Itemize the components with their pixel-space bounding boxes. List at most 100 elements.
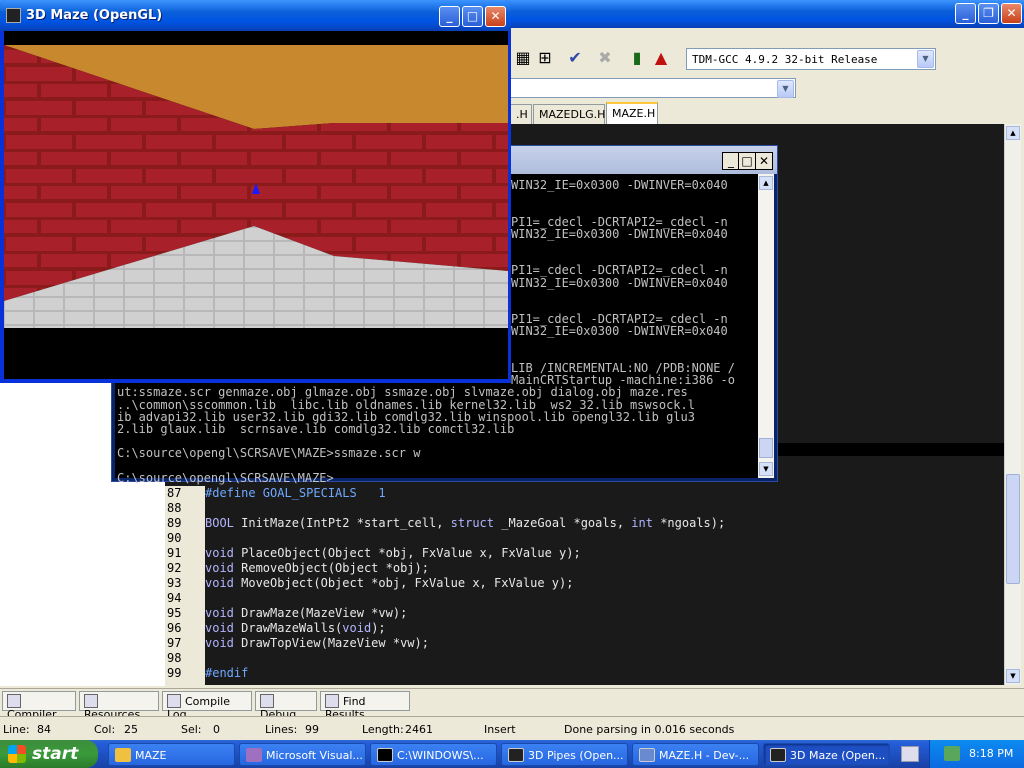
log-icon <box>167 694 181 708</box>
maze-3d-view[interactable] <box>4 31 508 379</box>
tab-debug[interactable]: Debug <box>255 691 317 721</box>
code-line[interactable]: 91 void PlaceObject(Object *obj, FxValue … <box>167 546 581 561</box>
code-line[interactable]: 95 void DrawMaze(MazeView *vw); <box>167 606 407 621</box>
layout-icon[interactable]: ▦ <box>512 47 534 69</box>
clock[interactable]: 8:18 PM <box>969 747 1013 760</box>
code-token: void <box>205 561 234 575</box>
col-value: 25 <box>124 723 138 736</box>
maze-maximize-button[interactable]: □ <box>462 6 483 27</box>
app-icon <box>508 748 524 762</box>
scroll-thumb[interactable] <box>759 438 773 458</box>
editor-scrollbar[interactable]: ▲ ▼ <box>1004 124 1021 685</box>
code-line[interactable]: 93 void MoveObject(Object *obj, FxValue x… <box>167 576 573 591</box>
status-message: Done parsing in 0.016 seconds <box>564 723 735 736</box>
line-number: 92 <box>167 561 182 575</box>
line-number: 94 <box>167 591 182 605</box>
scroll-thumb[interactable] <box>1006 474 1020 584</box>
code-line[interactable]: 96 void DrawMazeWalls(void); <box>167 621 386 636</box>
code-token: InitMaze(IntPt2 *start_cell, <box>233 516 451 530</box>
code-line[interactable]: 97 void DrawTopView(MazeView *vw); <box>167 636 429 651</box>
scroll-up-icon[interactable]: ▲ <box>759 176 773 190</box>
profile-icon[interactable]: ▲ <box>650 47 672 69</box>
bottom-tabs: Compiler Resources Compile Log Debug Fin… <box>0 688 1024 721</box>
taskbar-label: MAZE.H - Dev-... <box>659 749 750 762</box>
restore-button[interactable]: ❐ <box>978 3 999 24</box>
code-line[interactable]: 90 <box>167 531 205 546</box>
code-line[interactable]: 88 <box>167 501 205 516</box>
console-line: ut:ssmaze.scr genmaze.obj glmaze.obj ssm… <box>117 385 688 400</box>
code-token: ); <box>371 621 386 635</box>
line-number: 95 <box>167 606 182 620</box>
resources-icon <box>84 694 98 708</box>
minimize-button[interactable]: _ <box>955 3 976 24</box>
keyboard-icon[interactable] <box>901 746 919 762</box>
code-token: MoveObject(Object *obj, FxValue x, FxVal… <box>233 576 574 590</box>
code-token: *ngoals); <box>652 516 726 530</box>
tab-mazedlg[interactable]: MAZEDLG.H <box>533 104 605 124</box>
tab-maze-h[interactable]: MAZE.H <box>606 102 658 124</box>
console-scrollbar[interactable]: ▲ ▼ <box>758 174 774 478</box>
console-line: WIN32_IE=0x0300 -DWINVER=0x040 <box>511 324 728 339</box>
function-select[interactable]: ▼ <box>510 78 796 98</box>
start-label: start <box>32 744 79 764</box>
line-number: 93 <box>167 576 182 590</box>
console-line: ib advapi32.lib user32.lib gdi32.lib com… <box>117 409 695 424</box>
tab-find-results[interactable]: Find Results <box>320 691 410 721</box>
code-line[interactable]: 98 <box>167 651 205 666</box>
taskbar-label: 3D Maze (Open... <box>790 749 886 762</box>
console-line: MainCRTStartup -machine:i386 -o <box>511 373 735 388</box>
taskbar-label: Microsoft Visual... <box>266 749 363 762</box>
console-close-button[interactable]: ✕ <box>755 152 773 170</box>
code-token: void <box>205 606 234 620</box>
code-line[interactable]: 94 <box>167 591 205 606</box>
code-token: void <box>342 621 372 635</box>
delete-icon[interactable]: ✖ <box>594 47 616 69</box>
close-button[interactable]: ✕ <box>1001 3 1022 24</box>
system-tray: 8:18 PM <box>929 740 1024 768</box>
taskbar-item-cmd[interactable]: C:\WINDOWS\... <box>370 743 497 766</box>
tab-h[interactable]: .H <box>510 104 532 124</box>
console-line: C:\source\opengl\SCRSAVE\MAZE>ssmaze.scr… <box>117 446 421 461</box>
line-number: 99 <box>167 666 182 680</box>
tab-compile-log[interactable]: Compile Log <box>162 691 252 721</box>
lines-value: 99 <box>305 723 319 736</box>
check-icon[interactable]: ✔ <box>564 47 586 69</box>
network-icon[interactable] <box>944 746 960 761</box>
maze-close-button[interactable]: ✕ <box>485 6 506 27</box>
search-icon <box>325 694 339 708</box>
code-line[interactable]: 87 #define GOAL_SPECIALS 1 <box>167 486 386 501</box>
grid-icon[interactable]: ⊞ <box>534 47 556 69</box>
app-icon <box>770 748 786 762</box>
code-line[interactable]: 89 BOOL InitMaze(IntPt2 *start_cell, stru… <box>167 516 725 531</box>
maze-title: 3D Maze (OpenGL) <box>26 8 163 23</box>
console-maximize-button[interactable]: □ <box>738 152 756 170</box>
taskbar-item-devcpp[interactable]: MAZE.H - Dev-... <box>632 743 759 766</box>
console-line: WIN32_IE=0x0300 -DWINVER=0x040 <box>511 275 728 290</box>
scroll-down-icon[interactable]: ▼ <box>1006 669 1020 683</box>
line-number: 89 <box>167 516 182 530</box>
code-token: void <box>205 621 234 635</box>
code-token: #define GOAL_SPECIALS 1 <box>205 486 386 500</box>
chart-icon[interactable]: ▮ <box>626 47 648 69</box>
chevron-down-icon[interactable]: ▼ <box>917 50 934 68</box>
taskbar-item-maze[interactable]: MAZE <box>108 743 235 766</box>
line-number: 96 <box>167 621 182 635</box>
code-line[interactable]: 99 #endif <box>167 666 248 681</box>
console-line: PI1=_cdecl -DCRTAPI2=_cdecl -n <box>511 214 728 229</box>
compiler-select[interactable]: TDM-GCC 4.9.2 32-bit Release ▼ <box>686 48 936 70</box>
taskbar-item-3d-maze[interactable]: 3D Maze (Open... <box>763 743 890 766</box>
tab-compiler[interactable]: Compiler <box>2 691 76 721</box>
maze-minimize-button[interactable]: _ <box>439 6 460 27</box>
scroll-down-icon[interactable]: ▼ <box>759 462 773 476</box>
taskbar-item-3d-pipes[interactable]: 3D Pipes (Open... <box>501 743 628 766</box>
code-token: _MazeGoal *goals, <box>494 516 632 530</box>
code-line[interactable]: 92 void RemoveObject(Object *obj); <box>167 561 429 576</box>
code-token: int <box>631 516 653 530</box>
chevron-down-icon[interactable]: ▼ <box>777 80 794 98</box>
console-icon <box>377 748 393 762</box>
tab-resources[interactable]: Resources <box>79 691 159 721</box>
code-token: DrawTopView(MazeView *vw); <box>233 636 429 650</box>
scroll-up-icon[interactable]: ▲ <box>1006 126 1020 140</box>
taskbar-item-visual-studio[interactable]: Microsoft Visual... <box>239 743 366 766</box>
code-token: RemoveObject(Object *obj); <box>233 561 429 575</box>
